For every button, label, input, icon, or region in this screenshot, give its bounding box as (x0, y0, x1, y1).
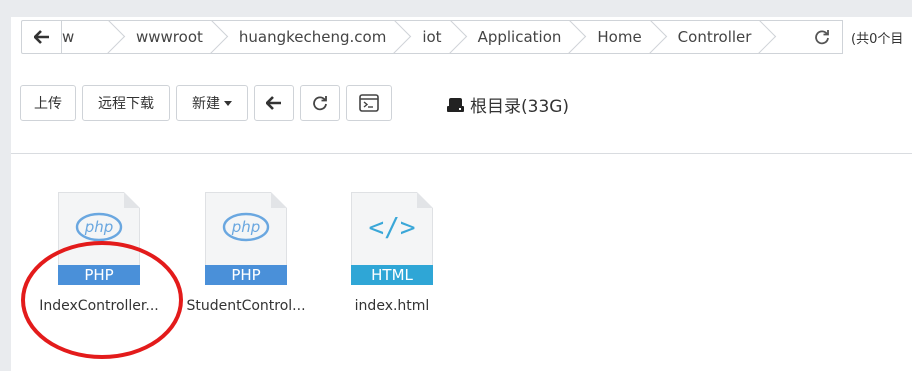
breadcrumb-item[interactable]: huangkecheng.com (225, 21, 408, 53)
path-back-button[interactable] (22, 21, 62, 53)
path-bar: w wwwroot huangkecheng.com iot Applicati… (21, 20, 821, 54)
terminal-icon (359, 94, 379, 112)
svg-text:php: php (231, 218, 261, 236)
file-item[interactable]: </> HTML index.html (327, 192, 457, 314)
svg-text:</>: </> (369, 213, 416, 243)
remote-download-button[interactable]: 远程下载 (82, 85, 170, 121)
php-file-icon: php PHP (205, 192, 287, 285)
upload-button[interactable]: 上传 (20, 85, 76, 121)
file-count-text: (共0个目 (851, 32, 904, 47)
arrow-left-icon (33, 30, 49, 44)
breadcrumb-item[interactable]: Controller (664, 21, 774, 53)
disk-indicator[interactable]: 根目录(33G) (447, 92, 569, 117)
toolbar-divider (11, 153, 912, 154)
new-dropdown-button[interactable]: 新建 (176, 85, 248, 121)
breadcrumb-item[interactable]: iot (408, 21, 463, 53)
arrow-left-icon (266, 96, 281, 110)
breadcrumb-item[interactable]: wwwroot (122, 21, 225, 53)
disk-label: 根目录(33G) (470, 97, 570, 117)
toolbar: 上传 远程下载 新建 (20, 85, 398, 121)
html-file-icon: </> HTML (351, 192, 433, 285)
breadcrumb-item[interactable]: w (62, 21, 122, 53)
breadcrumb: w wwwroot huangkecheng.com iot Applicati… (62, 21, 820, 53)
refresh-icon (814, 30, 829, 45)
terminal-button[interactable] (346, 85, 392, 121)
svg-text:php: php (84, 218, 114, 236)
back-button[interactable] (254, 85, 294, 121)
refresh-icon (313, 96, 327, 111)
file-name: StudentControl... (186, 298, 306, 314)
caret-down-icon (224, 100, 232, 106)
file-item[interactable]: php PHP StudentControl... (181, 192, 311, 314)
path-refresh-button[interactable] (801, 20, 843, 54)
hdd-icon (447, 97, 464, 112)
red-circle-annotation (21, 241, 183, 359)
file-name: index.html (354, 298, 430, 314)
breadcrumb-item[interactable]: Home (583, 21, 663, 53)
breadcrumb-item[interactable]: Application (464, 21, 584, 53)
refresh-button[interactable] (300, 85, 340, 121)
